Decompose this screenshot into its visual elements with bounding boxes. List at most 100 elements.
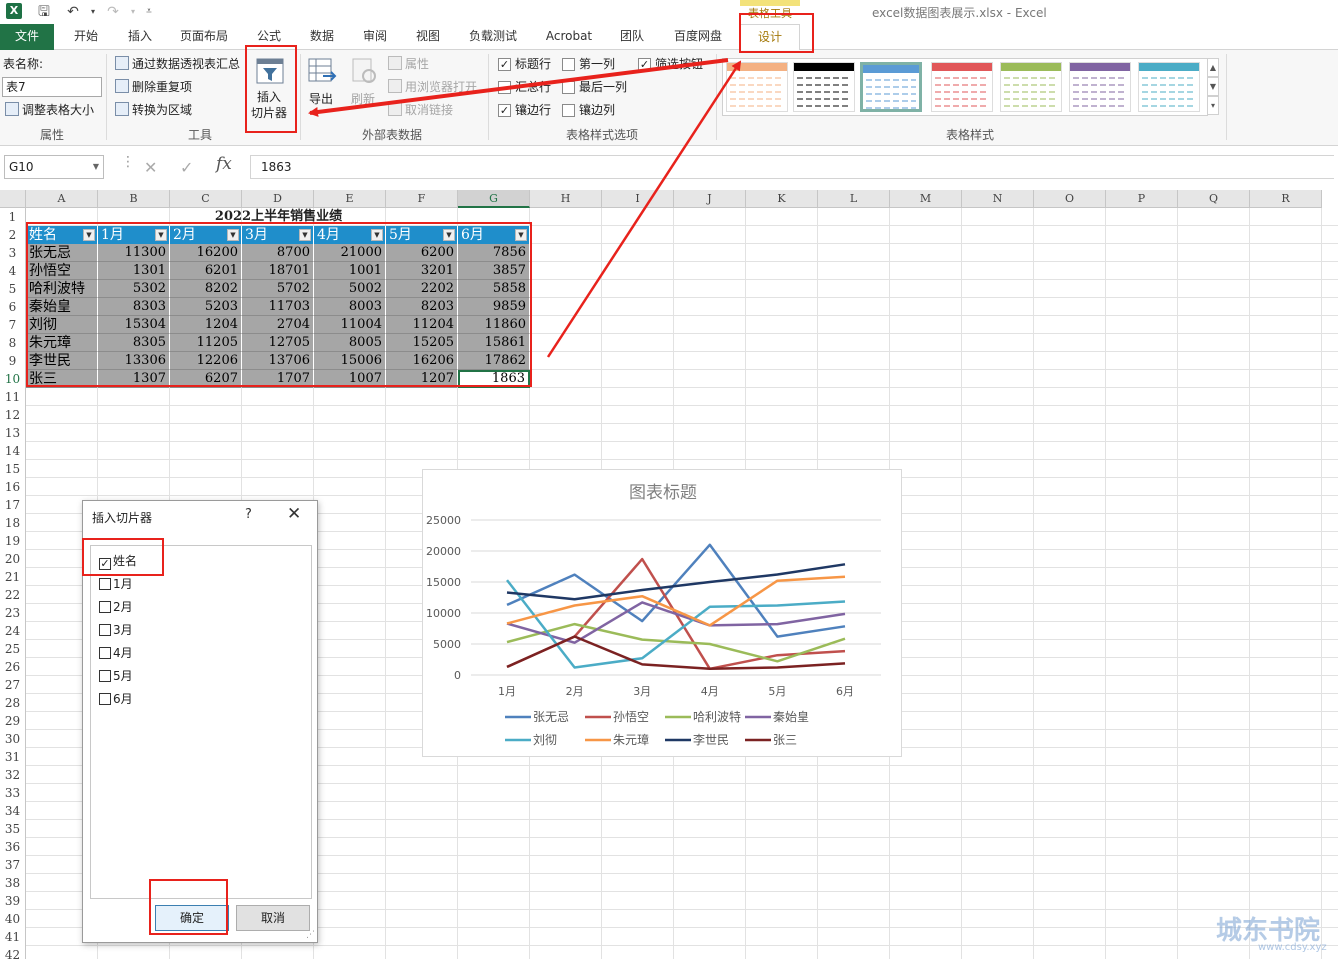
column-header[interactable]: K (746, 190, 818, 208)
column-header[interactable]: R (1250, 190, 1322, 208)
row-header[interactable]: 21 (0, 568, 26, 586)
row-header[interactable]: 3 (0, 244, 26, 262)
row-header[interactable]: 23 (0, 604, 26, 622)
row-header[interactable]: 20 (0, 550, 26, 568)
header-row-checkbox[interactable]: ✓ (498, 58, 511, 71)
banded-rows-checkbox[interactable]: ✓ (498, 104, 511, 117)
insert-function-icon[interactable]: fx (216, 154, 232, 174)
resize-table-button[interactable]: 调整表格大小 (5, 101, 94, 119)
refresh-button[interactable]: 刷新 (345, 52, 385, 124)
slicer-field-checkbox[interactable] (99, 601, 111, 613)
table-style-swatch[interactable] (1000, 62, 1062, 112)
row-header[interactable]: 26 (0, 658, 26, 676)
row-header[interactable]: 34 (0, 802, 26, 820)
banded-columns-checkbox[interactable] (562, 104, 575, 117)
row-header[interactable]: 15 (0, 460, 26, 478)
column-header[interactable]: E (314, 190, 386, 208)
column-header[interactable]: M (890, 190, 962, 208)
row-header[interactable]: 10 (0, 370, 26, 388)
cancel-button[interactable]: 取消 (236, 905, 310, 931)
row-header[interactable]: 19 (0, 532, 26, 550)
unlink-button[interactable]: 取消链接 (388, 101, 453, 119)
gallery-more-icon[interactable]: ▾ (1207, 96, 1219, 115)
column-header[interactable]: A (26, 190, 98, 208)
row-header[interactable]: 30 (0, 730, 26, 748)
first-column-checkbox[interactable] (562, 58, 575, 71)
line-chart[interactable]: 图表标题 25000 20000 15000 10000 5000 0 1月 2月 3月 4月 5月 6… (422, 469, 902, 757)
tab-insert[interactable]: 插入 (120, 24, 160, 50)
row-header[interactable]: 17 (0, 496, 26, 514)
total-row-checkbox[interactable] (498, 81, 511, 94)
row-header[interactable]: 4 (0, 262, 26, 280)
slicer-field-item[interactable]: 2月 (99, 598, 133, 616)
table-name-input[interactable]: 表7 (2, 77, 102, 97)
cancel-icon[interactable]: ✕ (144, 158, 157, 177)
close-icon[interactable]: ✕ (287, 504, 301, 524)
column-header[interactable]: N (962, 190, 1034, 208)
column-header[interactable]: G (458, 190, 530, 208)
select-all-corner[interactable] (0, 190, 26, 208)
save-icon[interactable]: 🖫 (35, 3, 53, 21)
tab-acrobat[interactable]: Acrobat (540, 24, 598, 50)
slicer-field-item[interactable]: 3月 (99, 621, 133, 639)
column-header[interactable]: J (674, 190, 746, 208)
row-header[interactable]: 6 (0, 298, 26, 316)
tab-review[interactable]: 审阅 (355, 24, 395, 50)
row-header[interactable]: 22 (0, 586, 26, 604)
gallery-scroll-down-icon[interactable]: ▼ (1207, 77, 1219, 96)
undo-icon[interactable]: ↶ (64, 3, 82, 21)
slicer-field-checkbox[interactable] (99, 578, 111, 590)
slicer-field-checkbox[interactable] (99, 670, 111, 682)
table-style-swatch[interactable] (726, 62, 788, 112)
row-header[interactable]: 39 (0, 892, 26, 910)
table-style-swatch[interactable] (1069, 62, 1131, 112)
tab-team[interactable]: 团队 (612, 24, 652, 50)
row-header[interactable]: 27 (0, 676, 26, 694)
row-header[interactable]: 11 (0, 388, 26, 406)
row-header[interactable]: 28 (0, 694, 26, 712)
undo-dropdown-icon[interactable]: ▾ (84, 3, 102, 21)
column-header[interactable]: F (386, 190, 458, 208)
row-header[interactable]: 29 (0, 712, 26, 730)
slicer-field-checkbox[interactable] (99, 624, 111, 636)
row-header[interactable]: 42 (0, 946, 26, 959)
export-button[interactable]: 导出 (303, 52, 343, 124)
row-header[interactable]: 24 (0, 622, 26, 640)
column-header[interactable]: L (818, 190, 890, 208)
tab-baidu-netdisk[interactable]: 百度网盘 (668, 24, 728, 50)
remove-duplicates-button[interactable]: 删除重复项 (115, 78, 192, 96)
tab-file[interactable]: 文件 (0, 24, 54, 50)
tab-home[interactable]: 开始 (66, 24, 106, 50)
row-header[interactable]: 37 (0, 856, 26, 874)
row-header[interactable]: 8 (0, 334, 26, 352)
last-column-checkbox[interactable] (562, 81, 575, 94)
row-header[interactable]: 36 (0, 838, 26, 856)
external-properties-button[interactable]: 属性 (388, 55, 429, 73)
column-header[interactable]: D (242, 190, 314, 208)
help-icon[interactable]: ? (245, 507, 252, 522)
name-box[interactable]: G10 ▼ (4, 155, 104, 179)
slicer-field-item[interactable]: 1月 (99, 575, 133, 593)
open-in-browser-button[interactable]: 用浏览器打开 (388, 78, 477, 96)
row-header[interactable]: 18 (0, 514, 26, 532)
summarize-pivot-button[interactable]: 通过数据透视表汇总 (115, 55, 240, 73)
gallery-scroll-up-icon[interactable]: ▲ (1207, 58, 1219, 77)
row-header[interactable]: 12 (0, 406, 26, 424)
slicer-field-checkbox[interactable] (99, 693, 111, 705)
tab-data[interactable]: 数据 (302, 24, 342, 50)
row-header[interactable]: 25 (0, 640, 26, 658)
column-header[interactable]: C (170, 190, 242, 208)
row-header[interactable]: 1 (0, 208, 26, 226)
row-header[interactable]: 41 (0, 928, 26, 946)
slicer-field-item[interactable]: 5月 (99, 667, 133, 685)
convert-to-range-button[interactable]: 转换为区域 (115, 101, 192, 119)
row-header[interactable]: 40 (0, 910, 26, 928)
row-header[interactable]: 35 (0, 820, 26, 838)
row-header[interactable]: 7 (0, 316, 26, 334)
table-style-swatch[interactable] (1138, 62, 1200, 112)
enter-icon[interactable]: ✓ (180, 158, 193, 177)
tab-load-test[interactable]: 负载测试 (462, 24, 524, 50)
filter-button-checkbox[interactable]: ✓ (638, 58, 651, 71)
table-style-swatch-selected[interactable] (860, 62, 922, 112)
name-box-dropdown-icon[interactable]: ▼ (93, 156, 99, 178)
